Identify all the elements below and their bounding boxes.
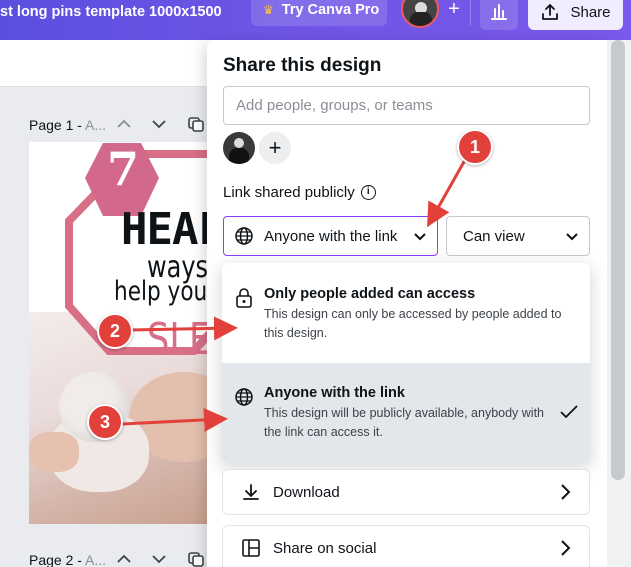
design-number: 7 <box>107 142 140 196</box>
add-people-input[interactable]: Add people, groups, or teams <box>223 86 590 125</box>
download-label: Download <box>273 483 340 501</box>
checkmark-icon <box>560 405 578 419</box>
insights-button[interactable] <box>480 0 518 30</box>
document-title[interactable]: st long pins template 1000x1500 <box>0 0 222 26</box>
menu-option-restricted[interactable]: Only people added can access This design… <box>222 263 590 363</box>
panel-scrollbar-thumb[interactable] <box>611 40 625 480</box>
header-divider <box>470 0 471 26</box>
chevron-up-icon[interactable] <box>116 118 132 130</box>
link-shared-label: Link shared publicly i <box>223 184 376 201</box>
permission-value: Can view <box>463 227 525 245</box>
add-collaborator-button[interactable]: + <box>259 132 291 164</box>
share-panel-title: Share this design <box>223 55 382 76</box>
link-shared-text: Link shared publicly <box>223 184 355 201</box>
try-pro-label: Try Canva Pro <box>281 2 380 18</box>
chevron-right-icon <box>561 484 571 500</box>
download-option[interactable]: Download <box>222 469 590 515</box>
chevron-down-icon <box>414 233 426 241</box>
chevron-down-icon[interactable] <box>151 553 167 565</box>
callout-badge: 1 <box>457 129 493 165</box>
page-2-suffix: A... <box>85 552 107 567</box>
lock-icon <box>236 288 252 308</box>
crown-icon: ♛ <box>263 3 274 17</box>
permission-dropdown[interactable]: Can view <box>446 216 590 256</box>
duplicate-page-icon[interactable] <box>187 551 205 567</box>
add-people-placeholder: Add people, groups, or teams <box>236 97 433 114</box>
share-button[interactable]: Share <box>528 0 623 30</box>
info-icon[interactable]: i <box>360 185 376 200</box>
avatar-body <box>410 12 432 26</box>
avatar-head <box>234 138 244 148</box>
duplicate-page-icon[interactable] <box>187 116 205 132</box>
design-keyword: SLE <box>147 314 209 365</box>
download-icon <box>243 484 259 500</box>
page-1-label[interactable]: Page 1 - A... <box>29 117 106 133</box>
user-avatar[interactable] <box>401 0 439 28</box>
globe-icon <box>235 388 253 406</box>
chevron-right-icon <box>561 540 571 556</box>
top-bar: st long pins template 1000x1500 ♛ Try Ca… <box>0 0 631 40</box>
try-canva-pro-button[interactable]: ♛ Try Canva Pro <box>251 0 387 26</box>
callout-badge: 3 <box>87 404 123 440</box>
page-2-label[interactable]: Page 2 - A... <box>29 552 106 567</box>
upload-icon <box>542 4 559 20</box>
menu-option-title: Anyone with the link <box>264 385 405 401</box>
globe-icon <box>235 227 253 245</box>
link-access-dropdown[interactable]: Anyone with the link <box>223 216 438 256</box>
share-label: Share <box>570 3 611 21</box>
menu-option-anyone[interactable]: Anyone with the link This design will be… <box>222 363 590 463</box>
chevron-up-icon[interactable] <box>116 553 132 565</box>
collaborator-avatar[interactable] <box>223 132 255 164</box>
share-on-social-option[interactable]: Share on social <box>222 525 590 567</box>
menu-option-desc: This design can only be accessed by peop… <box>264 307 562 340</box>
page-1-suffix: A... <box>85 117 107 133</box>
design-headline: HEALT <box>121 204 209 255</box>
invite-plus-icon[interactable]: + <box>443 0 465 20</box>
link-access-menu: Only people added can access This design… <box>222 263 590 463</box>
callout-badge: 2 <box>97 313 133 349</box>
menu-option-desc: This design will be publicly available, … <box>264 406 545 439</box>
design-subline-2: help your <box>114 276 209 307</box>
menu-option-title: Only people added can access <box>264 286 476 302</box>
chevron-down-icon <box>566 233 578 241</box>
share-on-social-label: Share on social <box>273 539 377 557</box>
page-2-title: Page 2 - <box>29 552 86 567</box>
avatar-body <box>229 148 249 164</box>
chevron-down-icon[interactable] <box>151 118 167 130</box>
social-icon <box>242 539 260 557</box>
page-1-title: Page 1 - <box>29 117 86 133</box>
link-access-value: Anyone with the link <box>264 227 398 245</box>
bar-chart-icon <box>491 4 507 20</box>
